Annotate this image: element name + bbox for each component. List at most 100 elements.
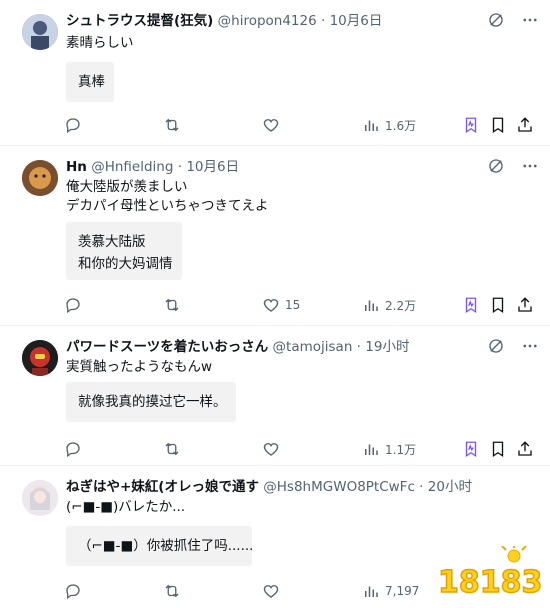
views-icon <box>365 444 378 455</box>
reply-icon <box>66 442 80 458</box>
translation-line: （⌐■-■）你被抓住了吗...... <box>78 538 254 554</box>
views-count: 7,197 <box>385 584 420 598</box>
translation-line: 真棒 <box>78 74 105 90</box>
watermark-text: 18183 <box>438 565 542 600</box>
views-button[interactable]: 1.6万 <box>362 114 416 136</box>
avatar[interactable] <box>22 14 58 50</box>
retweet-icon <box>165 118 179 132</box>
grok-analyze-button[interactable] <box>462 438 480 460</box>
translation-line: 羡慕大陆版 <box>78 234 146 250</box>
views-button[interactable]: 7,197 <box>362 580 419 602</box>
views-count: 2.2万 <box>385 298 417 313</box>
grok-analyze-button[interactable] <box>462 294 480 316</box>
avatar[interactable] <box>22 340 58 376</box>
like-button[interactable] <box>262 114 285 136</box>
timestamp[interactable]: 20小时 <box>428 479 472 495</box>
grok-icon <box>465 441 477 458</box>
separator-dot: · <box>321 13 326 29</box>
translation-box: 真棒 <box>66 62 114 102</box>
bookmark-icon <box>492 117 504 134</box>
retweet-icon <box>165 442 179 456</box>
tweet-2[interactable]: Hn @Hnfielding · 10月6日 俺大陸版が羨ましい デカパイ母性と… <box>0 146 550 326</box>
reply-icon <box>66 298 80 314</box>
translation-box: 羡慕大陆版 和你的大妈调情 <box>66 222 182 280</box>
tweet-header: ねぎはや+妹紅(オレっ娘で通す @Hs8hMGWO8PtCwFc · 20小时 <box>66 478 480 496</box>
views-icon <box>365 300 378 311</box>
user-handle[interactable]: @tamojisan <box>273 339 353 355</box>
grok-icon <box>465 297 477 314</box>
display-name[interactable]: ねぎはや+妹紅(オレっ娘で通す <box>66 479 259 495</box>
grok-analyze-button[interactable] <box>462 114 480 136</box>
grok-icon[interactable] <box>486 156 506 176</box>
watermark-logo: 18183 <box>436 544 543 602</box>
share-button[interactable] <box>516 438 534 460</box>
retweet-button[interactable] <box>162 580 187 602</box>
reply-button[interactable] <box>64 294 87 316</box>
reply-icon <box>66 118 80 134</box>
user-handle[interactable]: @Hnfielding <box>91 159 173 175</box>
like-icon <box>263 443 279 456</box>
translation-box: 就像我真的摸过它一样。 <box>66 382 236 422</box>
share-button[interactable] <box>516 114 534 136</box>
like-icon <box>263 585 279 598</box>
reply-button[interactable] <box>64 438 87 460</box>
like-button[interactable] <box>262 580 285 602</box>
tweet-text: 俺大陸版が羨ましい デカパイ母性といちゃつきてえよ <box>66 178 269 216</box>
views-count: 1.1万 <box>385 442 417 457</box>
bookmark-icon <box>492 441 504 458</box>
user-handle[interactable]: @hiropon4126 <box>218 13 317 29</box>
display-name[interactable]: Hn <box>66 159 87 175</box>
retweet-icon <box>165 298 179 312</box>
views-count: 1.6万 <box>385 118 417 133</box>
more-icon[interactable] <box>520 336 540 356</box>
retweet-button[interactable] <box>162 438 187 460</box>
grok-icon[interactable] <box>486 10 506 30</box>
like-button[interactable]: 15 <box>262 294 300 316</box>
tweet-text: (⌐■-■)バレたか... <box>66 498 185 517</box>
views-button[interactable]: 1.1万 <box>362 438 416 460</box>
share-icon <box>518 297 532 312</box>
avatar[interactable] <box>22 480 58 516</box>
grok-icon[interactable] <box>486 336 506 356</box>
separator-dot: · <box>177 159 183 175</box>
tweet-text: 実質触ったようなもんw <box>66 358 212 377</box>
tweet-1[interactable]: シュトラウス提督(狂気) @hiropon4126 · 10月6日 素晴らしい … <box>0 0 550 146</box>
views-button[interactable]: 2.2万 <box>362 294 416 316</box>
retweet-button[interactable] <box>162 114 187 136</box>
bookmark-button[interactable] <box>489 438 507 460</box>
user-handle[interactable]: @Hs8hMGWO8PtCwFc <box>263 479 415 495</box>
avatar[interactable] <box>22 160 58 196</box>
views-icon <box>365 120 378 131</box>
timestamp[interactable]: 10月6日 <box>186 159 239 175</box>
display-name[interactable]: シュトラウス提督(狂気) <box>66 13 213 29</box>
like-count: 15 <box>285 298 301 312</box>
reply-button[interactable] <box>64 580 87 602</box>
tweet-header: Hn @Hnfielding · 10月6日 <box>66 158 480 176</box>
more-icon[interactable] <box>520 156 540 176</box>
share-icon <box>518 117 532 132</box>
bookmark-button[interactable] <box>489 294 507 316</box>
text-line: (⌐■-■)バレたか... <box>66 499 186 515</box>
translation-box: （⌐■-■）你被抓住了吗...... <box>66 526 254 566</box>
tweet-3[interactable]: パワードスーツを着たいおっさん @tamojisan · 19小时 実質触ったよ… <box>0 326 550 466</box>
share-button[interactable] <box>516 294 534 316</box>
share-icon <box>518 441 532 456</box>
translation-line: 和你的大妈调情 <box>78 256 173 272</box>
display-name[interactable]: パワードスーツを着たいおっさん <box>66 339 268 355</box>
text-line: 俺大陸版が羨ましい <box>66 179 188 195</box>
timestamp[interactable]: 19小时 <box>365 339 409 355</box>
text-line: 素晴らしい <box>66 35 134 51</box>
retweet-icon <box>165 584 179 598</box>
timestamp[interactable]: 10月6日 <box>330 13 383 29</box>
reply-button[interactable] <box>64 114 87 136</box>
like-button[interactable] <box>262 438 285 460</box>
like-icon <box>263 119 279 132</box>
text-line: 実質触ったようなもんw <box>66 359 213 375</box>
tweet-header: シュトラウス提督(狂気) @hiropon4126 · 10月6日 <box>66 12 480 30</box>
bookmark-button[interactable] <box>489 114 507 136</box>
retweet-button[interactable] <box>162 294 187 316</box>
reply-icon <box>66 584 80 600</box>
like-icon <box>263 299 279 312</box>
grok-icon <box>465 117 477 134</box>
more-icon[interactable] <box>520 10 540 30</box>
